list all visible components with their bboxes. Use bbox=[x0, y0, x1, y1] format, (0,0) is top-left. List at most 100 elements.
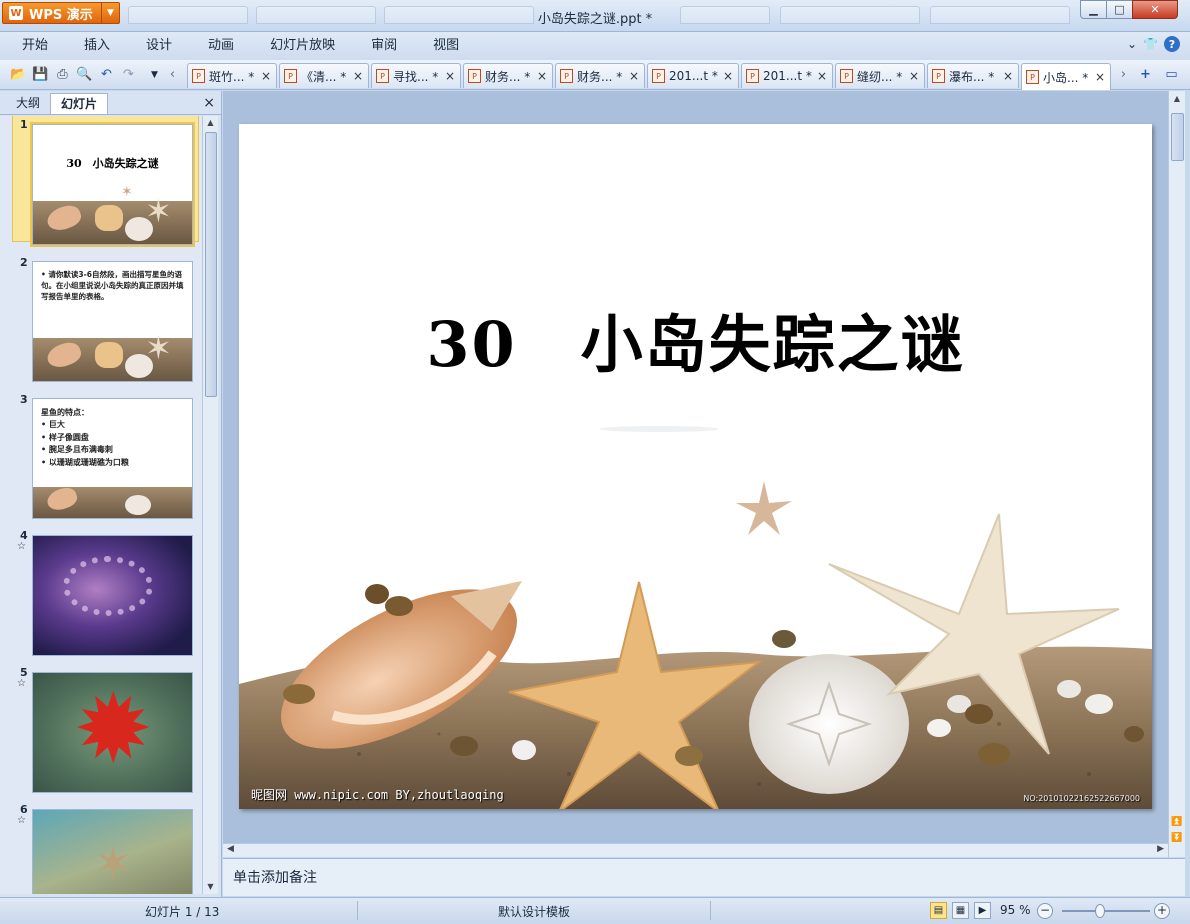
doc-tab[interactable]: P 201...t * × bbox=[741, 63, 833, 88]
red-starfish-image: ✹ bbox=[73, 673, 154, 785]
menu-animation[interactable]: 动画 bbox=[190, 32, 252, 60]
new-tab-icon[interactable]: + bbox=[1137, 66, 1154, 83]
close-panel-icon[interactable]: × bbox=[203, 95, 215, 111]
ppt-file-icon: P bbox=[468, 69, 481, 83]
sand-dollar-image bbox=[125, 495, 151, 515]
print-preview-icon[interactable]: 🔍 bbox=[76, 66, 93, 83]
collapse-ribbon-icon[interactable]: ⌄ bbox=[1127, 37, 1137, 51]
scroll-tabs-right-icon[interactable]: › bbox=[1115, 66, 1132, 83]
open-icon[interactable]: 📂 bbox=[10, 66, 27, 83]
print-icon[interactable]: ⎙ bbox=[54, 66, 71, 83]
doc-tab-label: 寻找... * bbox=[393, 69, 439, 84]
status-separator bbox=[357, 901, 358, 920]
doc-tab[interactable]: P 《清... * × bbox=[279, 63, 369, 88]
maximize-button[interactable]: □ bbox=[1106, 0, 1133, 19]
tab-list-icon[interactable]: ▭ bbox=[1163, 66, 1180, 83]
zoom-out-icon[interactable]: − bbox=[1037, 903, 1053, 919]
zoom-level[interactable]: 95 % bbox=[1000, 903, 1031, 917]
scroll-down-icon[interactable]: ▼ bbox=[203, 880, 218, 894]
slide-sorter-icon[interactable]: ▦ bbox=[952, 902, 969, 919]
horizontal-scrollbar[interactable]: ◀ ▶ bbox=[223, 843, 1168, 857]
doc-tab-label: 缝纫... * bbox=[857, 69, 903, 84]
doc-tab[interactable]: P 斑竹... * × bbox=[187, 63, 277, 88]
image-watermark-id: NO:20101022162522667000 bbox=[1023, 794, 1140, 803]
slide-thumbnail-2[interactable]: • 请你默读3-6自然段，画出描写星鱼的语句。在小组里说说小岛失踪的真正原因并填… bbox=[32, 261, 193, 382]
close-tab-icon[interactable]: × bbox=[1002, 69, 1014, 83]
menu-view[interactable]: 视图 bbox=[415, 32, 477, 60]
doc-tab[interactable]: P 财务... * × bbox=[463, 63, 553, 88]
notes-pane[interactable]: 单击添加备注 bbox=[223, 858, 1185, 896]
doc-tab[interactable]: P 缝纫... * × bbox=[835, 63, 925, 88]
slide-thumbnail-6[interactable]: ✶ bbox=[32, 809, 193, 894]
zoom-slider-track[interactable] bbox=[1062, 910, 1150, 912]
design-template-label[interactable]: 默认设计模板 bbox=[498, 903, 570, 920]
scroll-left-icon[interactable]: ◀ bbox=[227, 844, 234, 854]
zoom-in-icon[interactable]: + bbox=[1154, 903, 1170, 919]
redo-icon[interactable]: ↷ bbox=[120, 66, 137, 83]
close-tab-icon[interactable]: × bbox=[1094, 70, 1106, 84]
scroll-tabs-left-icon[interactable]: ‹ bbox=[164, 66, 181, 83]
close-tab-icon[interactable]: × bbox=[908, 69, 920, 83]
thumbnail-line: • 巨大 bbox=[41, 420, 65, 430]
slide-thumbnail-3[interactable]: 星鱼的特点： • 巨大 • 样子像圆盘 • 腕足多且布满毒刺 • 以珊瑚或珊瑚礁… bbox=[32, 398, 193, 519]
doc-tab-label: 《清... * bbox=[301, 69, 347, 84]
next-slide-icon[interactable]: ⏬ bbox=[1169, 833, 1185, 843]
menu-design[interactable]: 设计 bbox=[128, 32, 190, 60]
scroll-right-icon[interactable]: ▶ bbox=[1157, 844, 1164, 854]
slideshow-play-icon[interactable]: ▶ bbox=[974, 902, 991, 919]
close-window-button[interactable]: ✕ bbox=[1132, 0, 1178, 19]
close-tab-icon[interactable]: × bbox=[352, 69, 364, 83]
doc-tab-active[interactable]: P 小岛... * × bbox=[1021, 63, 1111, 90]
doc-tab[interactable]: P 财务... * × bbox=[555, 63, 645, 88]
scrollbar-thumb[interactable] bbox=[1171, 113, 1184, 161]
ppt-file-icon: P bbox=[652, 69, 665, 83]
ppt-file-icon: P bbox=[746, 69, 759, 83]
notes-placeholder[interactable]: 单击添加备注 bbox=[233, 870, 317, 886]
close-tab-icon[interactable]: × bbox=[260, 69, 272, 83]
doc-tab[interactable]: P 瀑布... * × bbox=[927, 63, 1019, 88]
doc-tab[interactable]: P 201...t * × bbox=[647, 63, 739, 88]
skin-icon[interactable]: 👕 bbox=[1143, 37, 1158, 51]
more-icon[interactable]: ▼ bbox=[146, 66, 163, 83]
doc-tab-label: 瀑布... * bbox=[949, 69, 995, 84]
slide-title[interactable]: 30 小岛失踪之谜 bbox=[239, 294, 1152, 384]
close-tab-icon[interactable]: × bbox=[628, 69, 640, 83]
doc-tab[interactable]: P 寻找... * × bbox=[371, 63, 461, 88]
close-tab-icon[interactable]: × bbox=[722, 69, 734, 83]
thumbnail-number: 1 bbox=[20, 118, 28, 131]
scroll-up-icon[interactable]: ▲ bbox=[1169, 91, 1185, 107]
help-icon[interactable]: ? bbox=[1164, 36, 1180, 52]
vertical-scrollbar[interactable]: ▲ ⏫ ⏬ bbox=[1168, 91, 1185, 857]
thumbnail-line: 星鱼的特点： bbox=[41, 408, 89, 417]
slide-thumbnail-1[interactable]: 30 小岛失踪之谜 ✶ ✶ bbox=[30, 122, 195, 247]
previous-slide-icon[interactable]: ⏫ bbox=[1169, 817, 1185, 827]
scroll-up-icon[interactable]: ▲ bbox=[203, 116, 218, 130]
slide-thumbnail-5[interactable]: ✹ bbox=[32, 672, 193, 793]
minimize-button[interactable]: ▁ bbox=[1080, 0, 1107, 19]
ppt-file-icon: P bbox=[840, 69, 853, 83]
tab-outline[interactable]: 大纲 bbox=[6, 93, 50, 114]
tab-slides[interactable]: 幻灯片 bbox=[50, 93, 109, 114]
normal-view-icon[interactable]: ▤ bbox=[930, 902, 947, 919]
ppt-file-icon: P bbox=[376, 69, 389, 83]
thumbnail-text: • 请你默读3-6自然段，画出描写星鱼的语句。在小组里说说小岛失踪的真正原因并填… bbox=[41, 270, 184, 301]
menu-slideshow[interactable]: 幻灯片放映 bbox=[252, 32, 353, 60]
scrollbar-thumb[interactable] bbox=[205, 132, 217, 397]
thumbnail-scrollbar[interactable]: ▲ ▼ bbox=[202, 116, 218, 894]
menu-insert[interactable]: 插入 bbox=[66, 32, 128, 60]
doc-tab-label: 财务... * bbox=[577, 69, 623, 84]
save-icon[interactable]: 💾 bbox=[32, 66, 49, 83]
starfish-image bbox=[95, 342, 123, 368]
close-tab-icon[interactable]: × bbox=[816, 69, 828, 83]
close-tab-icon[interactable]: × bbox=[536, 69, 548, 83]
current-slide[interactable]: 30 小岛失踪之谜 昵图网 www.nipic.com BY,zhoutlaoq… bbox=[239, 124, 1152, 809]
close-tab-icon[interactable]: × bbox=[444, 69, 456, 83]
menu-home[interactable]: 开始 bbox=[0, 32, 66, 60]
zoom-slider-handle[interactable] bbox=[1095, 904, 1105, 918]
menu-review[interactable]: 审阅 bbox=[353, 32, 415, 60]
doc-tab-label: 201...t * bbox=[763, 69, 812, 83]
undo-icon[interactable]: ↶ bbox=[98, 66, 115, 83]
panel-tabs: 大纲 幻灯片 bbox=[0, 91, 221, 115]
slide-thumbnail-4[interactable] bbox=[32, 535, 193, 656]
thumbnail-line: • 以珊瑚或珊瑚礁为口粮 bbox=[41, 457, 129, 467]
